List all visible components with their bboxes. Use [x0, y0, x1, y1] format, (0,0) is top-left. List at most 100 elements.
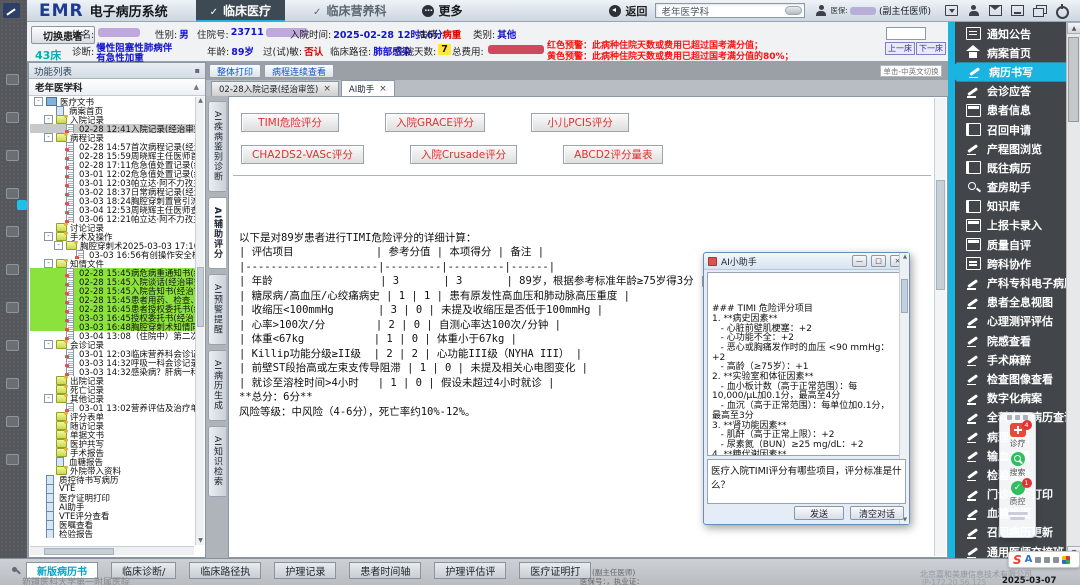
- tree-item[interactable]: VTE评分查看: [30, 511, 195, 520]
- tab-close-icon[interactable]: [379, 84, 387, 94]
- scrollbar-thumb[interactable]: [1068, 37, 1079, 122]
- module-tab[interactable]: 临床路径执: [189, 562, 261, 579]
- dock-item-icon[interactable]: [6, 302, 19, 313]
- dock-item-icon[interactable]: [6, 74, 19, 85]
- tree-item[interactable]: 03-03 16:48胸腔穿刺术知情同: [30, 322, 195, 331]
- tree-expander-icon[interactable]: [54, 196, 63, 205]
- tree-expander-icon[interactable]: [54, 349, 63, 358]
- score-button[interactable]: 入院GRACE评分: [385, 113, 485, 132]
- tree-expander-icon[interactable]: [34, 511, 43, 520]
- tree-expander-icon[interactable]: [54, 358, 63, 367]
- ai-side-tab[interactable]: AI疾病鉴别诊断: [208, 101, 226, 192]
- ime-tools-icon[interactable]: [1053, 557, 1059, 563]
- pin-icon[interactable]: ▪: [195, 66, 200, 75]
- sidebar-item[interactable]: 查房助手: [955, 178, 1066, 197]
- tree-item[interactable]: 血糖报告: [30, 457, 195, 466]
- tree-item[interactable]: - 手术及操作: [30, 232, 195, 241]
- score-button[interactable]: 小儿PCIS评分: [531, 113, 629, 132]
- sidebar-item[interactable]: 产科专科电子病历: [955, 273, 1066, 292]
- tree-expander-icon[interactable]: [44, 466, 53, 475]
- scroll-up-icon[interactable]: ▲: [1067, 22, 1080, 34]
- sidebar-item[interactable]: 既往病历: [955, 158, 1066, 177]
- tree-item[interactable]: AI助手: [30, 502, 195, 511]
- sidebar-item[interactable]: 病历书写: [955, 62, 1066, 81]
- tree-expander-icon[interactable]: [44, 421, 53, 430]
- scrollbar-thumb[interactable]: [936, 180, 945, 290]
- score-button[interactable]: TIMI危险评分: [241, 113, 339, 132]
- ime-keyboard-icon[interactable]: [1044, 557, 1050, 563]
- tree-expander-icon[interactable]: [54, 331, 63, 340]
- tree-expander-icon[interactable]: [44, 106, 53, 115]
- app-pin-icon[interactable]: [3, 3, 20, 18]
- department-selector[interactable]: 老年医学科: [655, 3, 805, 18]
- tree-expander-icon[interactable]: [54, 286, 63, 295]
- tree-item[interactable]: 检验报告: [30, 529, 195, 538]
- tree-item[interactable]: - 病程记录: [30, 133, 195, 142]
- scroll-up-icon[interactable]: ▲: [196, 97, 205, 105]
- sidebar-scrollbar[interactable]: ▲ ▼: [1066, 22, 1080, 558]
- module-tab[interactable]: 护理评估评: [434, 562, 506, 579]
- tree-item[interactable]: 病案首页: [30, 106, 195, 115]
- dock-item-icon[interactable]: [6, 226, 19, 237]
- document-tab[interactable]: 02-28入院记录(经治审签): [211, 81, 339, 96]
- tree-expander-icon[interactable]: [44, 223, 53, 232]
- tree-item[interactable]: - 入院记录: [30, 115, 195, 124]
- ai-side-tab[interactable]: AI知识检索: [208, 426, 226, 497]
- widget-item[interactable]: 1 质控: [1010, 481, 1026, 507]
- tree-item[interactable]: 03-02 18:37日常病程记录(经治: [30, 187, 195, 196]
- back-button[interactable]: 返回: [609, 3, 647, 19]
- next-bed-button[interactable]: 下一床: [916, 42, 946, 55]
- sidebar-item[interactable]: 检查图像查看: [955, 369, 1066, 388]
- tree-expander-icon[interactable]: [44, 412, 53, 421]
- tree-vertical-scrollbar[interactable]: ▲ ▼: [195, 97, 204, 545]
- tree-item[interactable]: 03-01 12:03临床营养科会诊记录: [30, 349, 195, 358]
- tree-expander-icon[interactable]: [54, 178, 63, 187]
- ime-toggle-hint[interactable]: 单击-中英文切换: [880, 65, 942, 77]
- tree-item[interactable]: 医嘱查看: [30, 520, 195, 529]
- tree-expander-icon[interactable]: [34, 484, 43, 493]
- ai-side-tab[interactable]: AI辅助评分: [208, 197, 226, 269]
- tab-clinical-nutrition[interactable]: 临床营养科: [299, 0, 400, 22]
- widget-link-icon[interactable]: [1007, 415, 1012, 420]
- tree-item[interactable]: 外院带入资料: [30, 466, 195, 475]
- minimize-icon[interactable]: [1011, 5, 1024, 16]
- print-all-button[interactable]: 整体打印: [209, 64, 261, 78]
- dock-item-icon[interactable]: [6, 378, 19, 389]
- dock-item-icon[interactable]: [6, 150, 19, 161]
- dock-item-icon[interactable]: [6, 416, 19, 427]
- tree-expander-icon[interactable]: [34, 475, 43, 484]
- tree-expander-icon[interactable]: [64, 250, 73, 259]
- ai-chat-input[interactable]: 医疗入院TIMI评分有哪些项目，评分标准是什么？: [707, 459, 906, 504]
- tree-item[interactable]: - 其他记录: [30, 394, 195, 403]
- tree-expander-icon[interactable]: [54, 151, 63, 160]
- dock-item-icon[interactable]: [6, 112, 19, 123]
- tree-expander-icon[interactable]: [44, 385, 53, 394]
- tree-item[interactable]: 02-28 15:45入院谈话(经治审签): [30, 277, 195, 286]
- tree-item[interactable]: 讨论记录: [30, 223, 195, 232]
- sidebar-item[interactable]: 心理测评评估: [955, 312, 1066, 331]
- tree-item[interactable]: 医疗证明打印: [30, 493, 195, 502]
- widget-item[interactable]: 搜索: [1010, 452, 1026, 478]
- module-tab[interactable]: 患者时间轴: [349, 562, 421, 579]
- profile-icon[interactable]: [967, 5, 980, 16]
- tree-item[interactable]: - 胸腔穿刺术2025-03-03 17:10:00: [30, 241, 195, 250]
- ime-toolbar[interactable]: S A: [1008, 551, 1080, 568]
- tree-item[interactable]: 03-01 12:02危急值处置记录(经): [30, 169, 195, 178]
- bed-quick-input[interactable]: [886, 27, 926, 40]
- send-button[interactable]: 发送: [794, 506, 844, 520]
- floating-quick-widget[interactable]: 4 诊疗 搜索 1 质控: [999, 412, 1036, 538]
- ai-side-tab[interactable]: AI病历生成: [208, 350, 226, 421]
- sidebar-item[interactable]: 质量自评: [955, 235, 1066, 254]
- tree-expander-icon[interactable]: [54, 295, 63, 304]
- ai-side-tab[interactable]: AI预警提醒: [208, 274, 226, 345]
- tree-expander-icon[interactable]: [54, 205, 63, 214]
- pin-icon[interactable]: [12, 567, 21, 576]
- sidebar-item[interactable]: 产程图浏览: [955, 139, 1066, 158]
- dock-item-icon[interactable]: [6, 340, 19, 351]
- score-button[interactable]: ABCD2评分量表: [563, 145, 663, 164]
- tree-expander-icon[interactable]: -: [44, 340, 53, 349]
- dock-item-icon[interactable]: [6, 454, 19, 465]
- tree-item[interactable]: 03-03 18:24胸腔穿刺置管引流术: [30, 196, 195, 205]
- sidebar-item[interactable]: 患者全息视图: [955, 293, 1066, 312]
- tree-item[interactable]: 02-28 16:45患者授权委托书(经): [30, 304, 195, 313]
